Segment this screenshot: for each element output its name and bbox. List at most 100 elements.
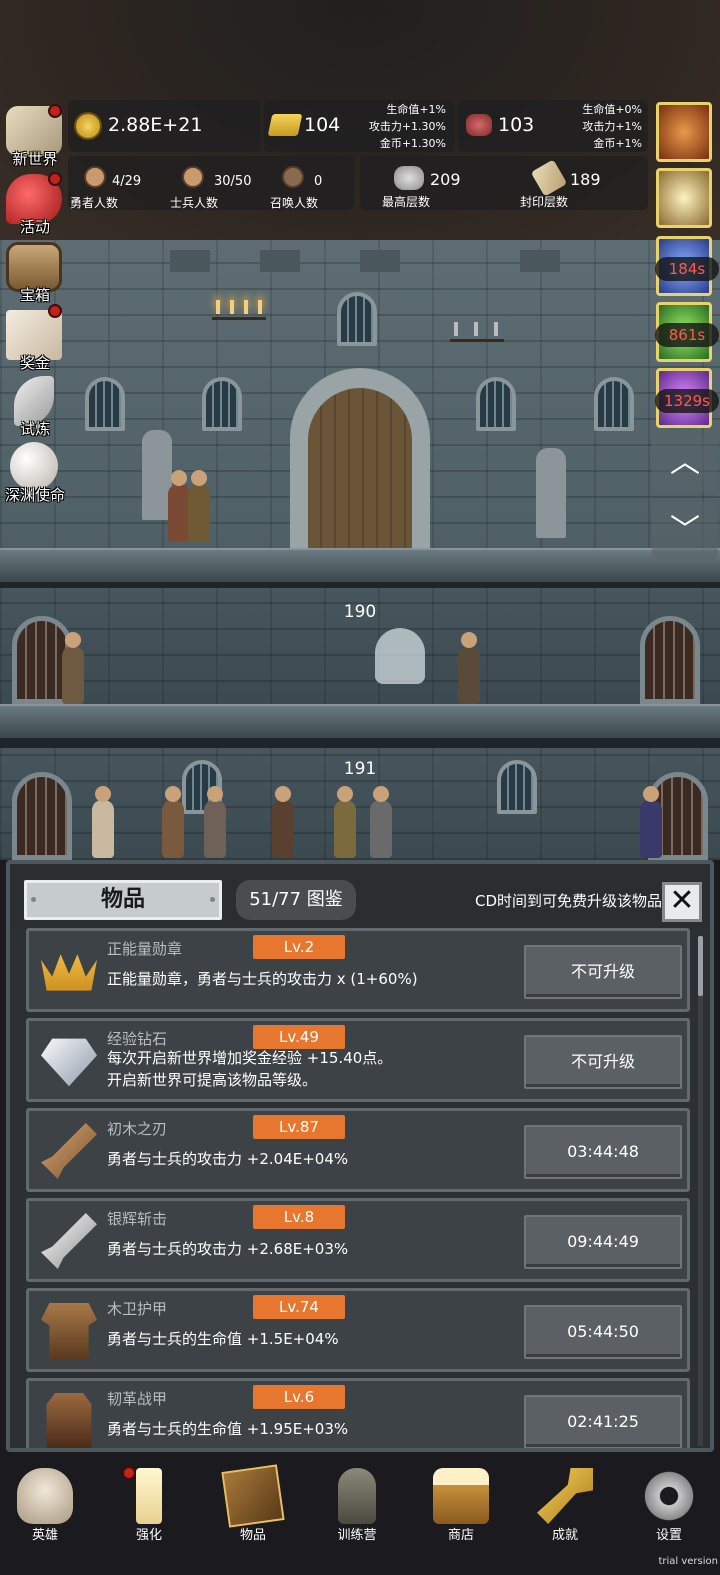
list-scrollbar[interactable] bbox=[698, 936, 703, 1446]
close-button[interactable]: ✕ bbox=[662, 882, 702, 922]
notification-dot bbox=[48, 304, 62, 318]
menu-new-world[interactable]: 新世界 bbox=[0, 104, 70, 172]
gear-icon bbox=[641, 1468, 697, 1524]
highest-floor-value: 209 bbox=[430, 170, 461, 189]
item-list[interactable]: 正能量勋章 Lv.2 正能量勋章，勇者与士兵的攻击力 x (1+60%) 不可升… bbox=[22, 928, 692, 1448]
hero-character bbox=[62, 632, 84, 704]
dungeon-door bbox=[12, 772, 72, 860]
soldier-face-icon bbox=[182, 166, 204, 188]
menu-trial[interactable]: 试炼 bbox=[0, 374, 70, 442]
book-icon bbox=[221, 1464, 285, 1528]
menu-abyss-mission[interactable]: 深渊使命 bbox=[0, 440, 70, 508]
gold-value: 2.88E+21 bbox=[108, 114, 203, 136]
gold-bar-counter: 104 生命值+1% 攻击力+1.30% 金币+1.30% bbox=[264, 100, 454, 152]
castle-floor bbox=[0, 548, 720, 582]
list-item: 正能量勋章 Lv.2 正能量勋章，勇者与士兵的攻击力 x (1+60%) 不可升… bbox=[26, 928, 690, 1012]
floor-number: 191 bbox=[343, 759, 377, 779]
hero-character bbox=[334, 786, 356, 858]
sealed-floor-label: 封印层数 bbox=[520, 195, 569, 209]
item-name: 正能量勋章 bbox=[107, 940, 183, 958]
castle-window bbox=[202, 377, 242, 431]
nav-upgrade[interactable]: 强化 bbox=[104, 1460, 194, 1548]
diamond-icon bbox=[41, 1038, 97, 1087]
sealed-floor-value: 189 bbox=[570, 170, 601, 189]
buff-apple[interactable] bbox=[656, 102, 712, 162]
item-level-badge: Lv.8 bbox=[253, 1205, 345, 1229]
item-level-badge: Lv.49 bbox=[253, 1025, 345, 1049]
nav-settings[interactable]: 设置 bbox=[624, 1460, 714, 1548]
candle-icon bbox=[136, 1468, 162, 1524]
buff-timer: 184s bbox=[655, 257, 719, 281]
scroll-up-button[interactable]: ︿ bbox=[652, 434, 718, 492]
key-icon bbox=[537, 1468, 593, 1524]
item-name: 木卫护甲 bbox=[107, 1300, 168, 1318]
upgrade-timer-button[interactable]: 05:44:50 bbox=[524, 1305, 682, 1359]
leather-armor-icon bbox=[46, 1393, 92, 1448]
castle-window bbox=[497, 760, 537, 814]
dungeon-floor-ledge bbox=[0, 704, 720, 738]
skull-icon bbox=[17, 1468, 73, 1524]
castle-main-door bbox=[290, 368, 430, 550]
meat-bonus: 生命值+0% 攻击力+1% 金币+1% bbox=[582, 103, 642, 150]
upgrade-button[interactable]: 不可升级 bbox=[524, 1035, 682, 1089]
wall-crenel bbox=[170, 250, 210, 272]
menu-treasure[interactable]: 宝箱 bbox=[0, 240, 70, 308]
list-item: 经验钻石 Lv.49 每次开启新世界增加奖金经验 +15.40点。 开启新世界可… bbox=[26, 1018, 690, 1102]
gold-bar-icon bbox=[267, 114, 303, 136]
nav-items[interactable]: 物品 bbox=[208, 1460, 298, 1548]
upgrade-timer-button[interactable]: 02:41:25 bbox=[524, 1395, 682, 1448]
nav-heroes[interactable]: 英雄 bbox=[0, 1460, 90, 1548]
summon-face-icon bbox=[282, 166, 304, 188]
list-item: 木卫护甲 Lv.74 勇者与士兵的生命值 +1.5E+04% 05:44:50 bbox=[26, 1288, 690, 1372]
meat-icon bbox=[466, 114, 492, 136]
gold-coin-icon bbox=[74, 112, 102, 140]
bottom-navigation: 英雄 强化 物品 训练营 商店 成就 设置 bbox=[0, 1456, 720, 1575]
nav-training-camp[interactable]: 训练营 bbox=[312, 1460, 402, 1548]
nav-shop[interactable]: 商店 bbox=[416, 1460, 506, 1548]
hero-face-icon bbox=[84, 166, 106, 188]
wall-crenel bbox=[260, 250, 300, 272]
meat-value: 103 bbox=[498, 114, 535, 136]
chandelier bbox=[450, 318, 504, 342]
menu-bonus[interactable]: 奖金 bbox=[0, 304, 70, 376]
soldiers-count: 30/50 bbox=[214, 174, 252, 189]
hero-character bbox=[188, 470, 210, 542]
buff-candle[interactable] bbox=[656, 168, 712, 228]
buff-green[interactable]: 861s bbox=[655, 302, 719, 362]
scroll-down-button[interactable]: ﹀ bbox=[652, 502, 718, 560]
upgrade-timer-button[interactable]: 09:44:49 bbox=[524, 1215, 682, 1269]
item-name: 经验钻石 bbox=[107, 1030, 168, 1048]
hero-character bbox=[204, 786, 226, 858]
buff-purple[interactable]: 1329s bbox=[655, 368, 719, 428]
tab-items[interactable]: 物品 bbox=[24, 880, 222, 920]
castle-window bbox=[337, 292, 377, 346]
nav-achievements[interactable]: 成就 bbox=[520, 1460, 610, 1548]
castle-window bbox=[476, 377, 516, 431]
heroes-count: 4/29 bbox=[112, 174, 142, 189]
gold-bar-value: 104 bbox=[304, 114, 341, 136]
wizard-enemy bbox=[640, 786, 662, 858]
wall-crenel bbox=[360, 250, 400, 272]
close-icon: ✕ bbox=[669, 883, 695, 918]
collection-button[interactable]: 51/77 图鉴 bbox=[236, 880, 356, 920]
dungeon-door bbox=[640, 616, 700, 704]
item-level-badge: Lv.2 bbox=[253, 935, 345, 959]
summons-label: 召唤人数 bbox=[270, 196, 319, 210]
gold-bar-bonus: 生命值+1% 攻击力+1.30% 金币+1.30% bbox=[368, 103, 446, 150]
item-description: 勇者与士兵的生命值 +1.5E+04% bbox=[107, 1330, 339, 1348]
floor-stats: 209 最高层数 189 封印层数 bbox=[360, 156, 648, 210]
upgrade-timer-button[interactable]: 03:44:48 bbox=[524, 1125, 682, 1179]
wooden-armor-icon bbox=[41, 1303, 97, 1359]
upgrade-button[interactable]: 不可升级 bbox=[524, 945, 682, 999]
item-level-badge: Lv.74 bbox=[253, 1295, 345, 1319]
chevron-down-icon: ﹀ bbox=[670, 513, 700, 548]
castle-window bbox=[85, 377, 125, 431]
castle-window bbox=[594, 377, 634, 431]
menu-events[interactable]: 活动 bbox=[0, 172, 70, 240]
trial-version-label: trial version bbox=[658, 1556, 718, 1567]
buff-blue[interactable]: 184s bbox=[655, 236, 719, 296]
silver-sword-icon bbox=[41, 1213, 97, 1269]
chandelier bbox=[212, 296, 266, 320]
buff-timer: 1329s bbox=[655, 389, 719, 413]
summons-count: 0 bbox=[314, 174, 323, 189]
